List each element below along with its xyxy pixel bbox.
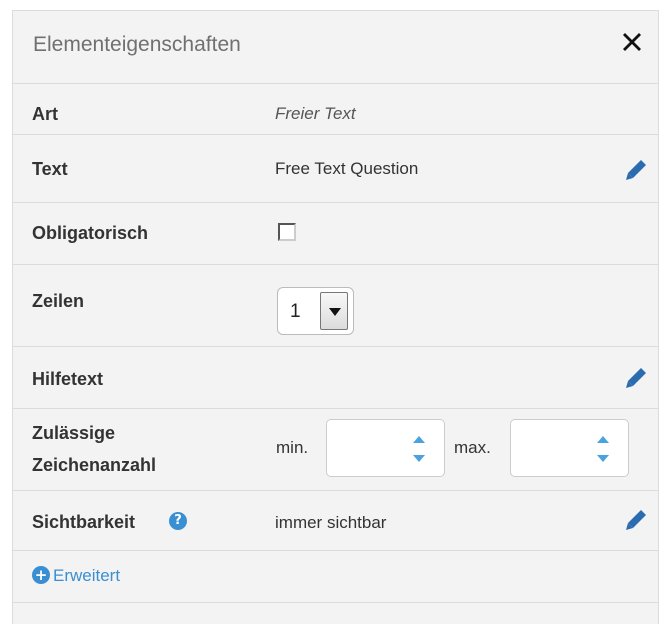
max-label: max.: [454, 438, 491, 457]
edit-text-pencil-icon[interactable]: [623, 157, 649, 183]
max-increment-icon[interactable]: [597, 436, 609, 443]
min-chars-input[interactable]: [326, 419, 445, 477]
zeilen-select-value: 1: [290, 301, 301, 322]
text-label: Text: [32, 159, 68, 179]
row-erweitert: + Erweitert: [13, 551, 658, 603]
text-value: Free Text Question: [275, 159, 419, 178]
panel-title: Elementeigenschaften: [33, 33, 241, 56]
panel-header: Elementeigenschaften: [13, 11, 658, 83]
row-obligatorisch: Obligatorisch: [13, 203, 658, 265]
row-hilfetext: Hilfetext: [13, 347, 658, 409]
erweitert-link[interactable]: Erweitert: [53, 566, 120, 586]
hilfetext-label: Hilfetext: [32, 369, 104, 389]
help-question-icon[interactable]: ?: [169, 512, 187, 530]
max-chars-input[interactable]: [510, 419, 629, 477]
obligatorisch-label: Obligatorisch: [32, 223, 149, 243]
zeilen-label: Zeilen: [32, 291, 85, 311]
sichtbarkeit-label: Sichtbarkeit: [32, 512, 136, 532]
close-icon[interactable]: [618, 28, 646, 56]
max-decrement-icon[interactable]: [597, 455, 609, 462]
row-art: Art Freier Text: [13, 83, 658, 135]
zeichenanzahl-label-line2: Zeichenanzahl: [32, 455, 157, 475]
plus-circle-icon[interactable]: +: [32, 566, 50, 584]
zeichenanzahl-label-line1: Zulässige: [32, 423, 116, 443]
row-sichtbarkeit: Sichtbarkeit ? immer sichtbar: [13, 491, 658, 551]
obligatorisch-checkbox[interactable]: [278, 223, 296, 241]
min-label: min.: [276, 438, 309, 457]
sichtbarkeit-value: immer sichtbar: [275, 513, 387, 532]
art-label: Art: [32, 104, 58, 124]
dropdown-arrow-icon[interactable]: [320, 292, 348, 330]
zeilen-select[interactable]: 1: [277, 287, 354, 335]
art-value: Freier Text: [275, 104, 356, 123]
edit-sichtbarkeit-pencil-icon[interactable]: [623, 507, 649, 533]
properties-panel: Elementeigenschaften Art Freier Text Tex…: [12, 10, 659, 624]
min-decrement-icon[interactable]: [413, 455, 425, 462]
min-increment-icon[interactable]: [413, 436, 425, 443]
edit-hilfetext-pencil-icon[interactable]: [623, 365, 649, 391]
row-text: Text Free Text Question: [13, 135, 658, 203]
